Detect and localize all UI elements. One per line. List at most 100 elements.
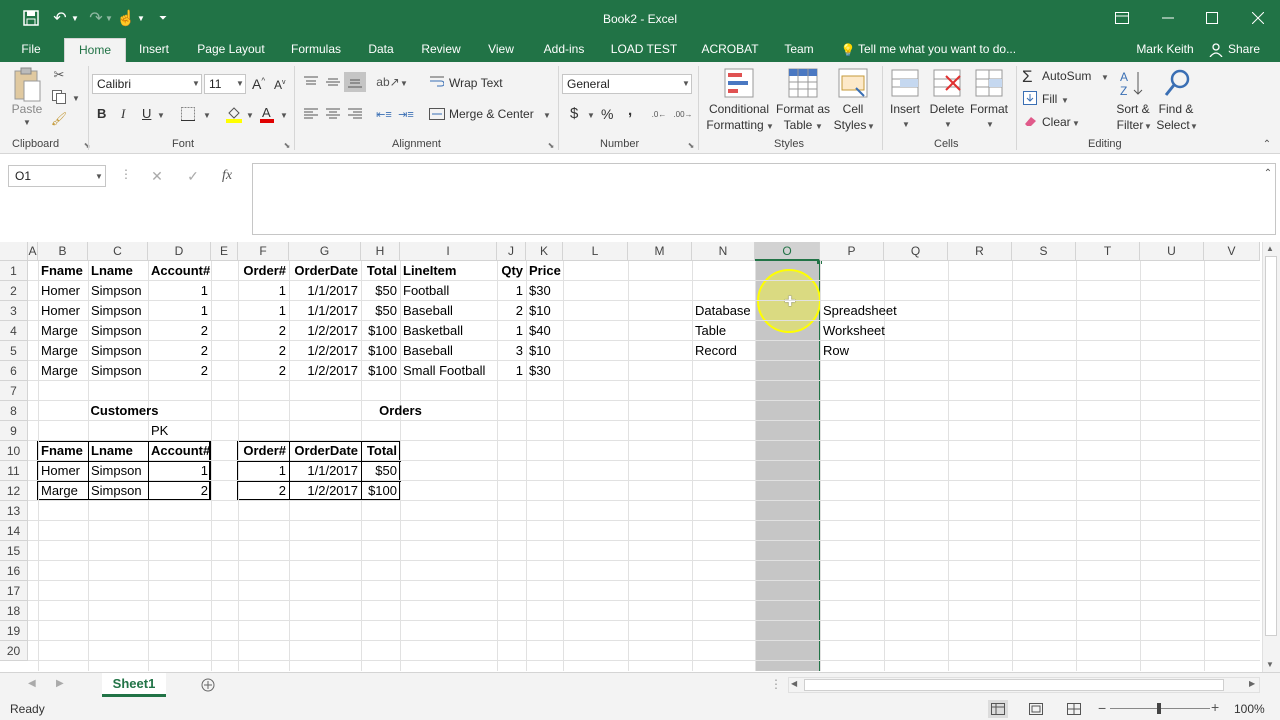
cell-styles-dropdown-icon[interactable]: ▼: [867, 122, 875, 131]
row-header-6[interactable]: 6: [0, 361, 28, 381]
cancel-entry-icon[interactable]: ✕: [148, 167, 166, 185]
cell-h6[interactable]: $100: [361, 361, 400, 381]
cell-p5[interactable]: Row: [820, 341, 884, 361]
merge-dropdown-icon[interactable]: ▼: [543, 111, 551, 120]
increase-font-icon[interactable]: A^: [252, 76, 265, 92]
cell-d4[interactable]: 2: [148, 321, 211, 341]
font-size-dropdown-icon[interactable]: ▼: [236, 79, 244, 88]
column-header-c[interactable]: C: [88, 242, 148, 261]
tab-team[interactable]: Team: [780, 38, 818, 62]
align-center-icon[interactable]: [324, 106, 342, 122]
row-header-10[interactable]: 10: [0, 441, 28, 461]
cell-j2[interactable]: 1: [497, 281, 526, 301]
undo-icon[interactable]: ↶: [50, 9, 70, 27]
row-header-17[interactable]: 17: [0, 581, 28, 601]
copy-dropdown-icon[interactable]: ▼: [72, 94, 80, 103]
cell-styles-label-2[interactable]: Styles: [830, 118, 870, 133]
cell-c3[interactable]: Simpson: [88, 301, 148, 321]
column-header-p[interactable]: P: [820, 242, 884, 261]
wrap-text-button[interactable]: Wrap Text: [449, 76, 503, 90]
row-header-12[interactable]: 12: [0, 481, 28, 501]
column-header-v[interactable]: V: [1204, 242, 1260, 261]
formula-input[interactable]: [252, 163, 1276, 235]
format-cells-dropdown-icon[interactable]: ▼: [986, 120, 994, 129]
autosum-dropdown-icon[interactable]: ▼: [1101, 73, 1109, 82]
page-layout-view-icon[interactable]: [1026, 700, 1046, 718]
format-painter-icon[interactable]: 🖌: [50, 110, 68, 128]
cell-i3[interactable]: Baseball: [400, 301, 497, 321]
cell-d12[interactable]: 2: [148, 481, 211, 501]
tab-formulas[interactable]: Formulas: [286, 38, 346, 62]
format-cells-icon[interactable]: [972, 66, 1006, 100]
row-header-4[interactable]: 4: [0, 321, 28, 341]
cell-f12[interactable]: 2: [238, 481, 289, 501]
italic-button[interactable]: I: [121, 106, 125, 122]
column-header-l[interactable]: L: [563, 242, 628, 261]
zoom-out-icon[interactable]: −: [1098, 700, 1106, 716]
confirm-entry-icon[interactable]: ✓: [184, 167, 202, 185]
cell-i2[interactable]: Football: [400, 281, 497, 301]
touch-dropdown-icon[interactable]: ▼: [136, 9, 146, 27]
alignment-launcher-icon[interactable]: ⬊: [546, 140, 556, 150]
format-as-table-dropdown-icon[interactable]: ▼: [815, 122, 823, 131]
tell-me-box[interactable]: Tell me what you want to do...: [858, 38, 1024, 62]
conditional-formatting-icon[interactable]: [722, 66, 756, 100]
cell-h2[interactable]: $50: [361, 281, 400, 301]
currency-button[interactable]: $: [570, 105, 578, 122]
cell-b1[interactable]: Fname: [38, 261, 88, 281]
column-header-g[interactable]: G: [289, 242, 361, 261]
cell-f5[interactable]: 2: [238, 341, 289, 361]
cell-d10[interactable]: Account#: [148, 441, 211, 461]
row-header-5[interactable]: 5: [0, 341, 28, 361]
conditional-formatting-label-2[interactable]: Formatting: [700, 118, 770, 133]
tab-view[interactable]: View: [482, 38, 520, 62]
cell-f11[interactable]: 1: [238, 461, 289, 481]
align-middle-icon[interactable]: [324, 74, 342, 90]
customize-qat-icon[interactable]: ⏷: [156, 9, 170, 27]
redo-dropdown-icon[interactable]: ▼: [104, 9, 114, 27]
borders-icon[interactable]: [180, 106, 196, 122]
cell-f2[interactable]: 1: [238, 281, 289, 301]
tab-review[interactable]: Review: [416, 38, 466, 62]
tab-page-layout[interactable]: Page Layout: [192, 38, 270, 62]
cell-h5[interactable]: $100: [361, 341, 400, 361]
merge-center-button[interactable]: Merge & Center: [449, 107, 534, 121]
cell-h8[interactable]: Orders: [238, 401, 526, 421]
cell-c11[interactable]: Simpson: [88, 461, 148, 481]
find-select-dropdown-icon[interactable]: ▼: [1190, 122, 1198, 131]
cell-g11[interactable]: 1/1/2017: [289, 461, 361, 481]
align-right-icon[interactable]: [346, 106, 364, 122]
decrease-indent-icon[interactable]: ⇤≡: [374, 106, 394, 122]
conditional-formatting-label-1[interactable]: Conditional: [704, 102, 774, 117]
clear-button[interactable]: Clear: [1042, 115, 1071, 129]
cell-k3[interactable]: $10: [526, 301, 563, 321]
new-sheet-icon[interactable]: [200, 677, 216, 693]
conditional-dropdown-icon[interactable]: ▼: [766, 122, 774, 131]
column-header-t[interactable]: T: [1076, 242, 1140, 261]
cell-n5[interactable]: Record: [692, 341, 755, 361]
cell-j5[interactable]: 3: [497, 341, 526, 361]
cell-d1[interactable]: Account#: [148, 261, 211, 281]
fill-dropdown-icon[interactable]: ▼: [1061, 96, 1069, 105]
number-launcher-icon[interactable]: ⬊: [686, 140, 696, 150]
fill-color-icon[interactable]: [224, 104, 244, 124]
minimize-icon[interactable]: [1158, 9, 1178, 27]
column-header-b[interactable]: B: [38, 242, 88, 261]
increase-decimal-icon[interactable]: .0←: [648, 106, 670, 122]
column-header-j[interactable]: J: [497, 242, 526, 261]
cell-c6[interactable]: Simpson: [88, 361, 148, 381]
tab-file[interactable]: File: [10, 38, 52, 62]
zoom-level[interactable]: 100%: [1234, 702, 1265, 716]
tab-insert[interactable]: Insert: [132, 38, 176, 62]
cell-b5[interactable]: Marge: [38, 341, 88, 361]
scroll-right-icon[interactable]: ▶: [1249, 679, 1255, 688]
row-header-16[interactable]: 16: [0, 561, 28, 581]
worksheet-grid[interactable]: ✚ ▲ ▼ ABCDEFGHIJKLMNOPQRSTUV123456789101…: [0, 242, 1280, 672]
row-header-9[interactable]: 9: [0, 421, 28, 441]
scroll-up-icon[interactable]: ▲: [1266, 244, 1274, 253]
cell-h12[interactable]: $100: [361, 481, 400, 501]
cell-h3[interactable]: $50: [361, 301, 400, 321]
row-header-19[interactable]: 19: [0, 621, 28, 641]
column-header-k[interactable]: K: [526, 242, 563, 261]
cell-d2[interactable]: 1: [148, 281, 211, 301]
